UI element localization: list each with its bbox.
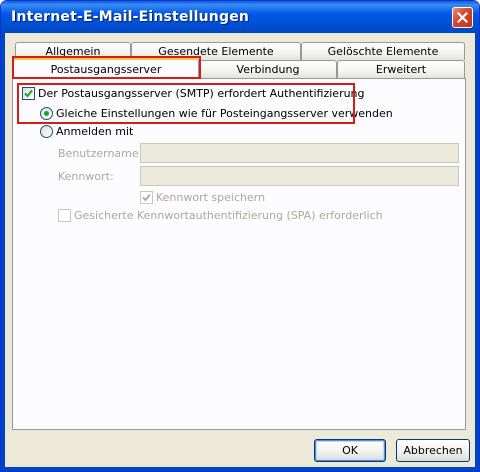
tab-label: Postausgangsserver — [50, 62, 162, 76]
smtp-auth-label: Der Postausgangsserver (SMTP) erfordert … — [38, 87, 365, 100]
tab-postausgangsserver[interactable]: Postausgangsserver — [13, 58, 199, 78]
window-title: Internet-E-Mail-Einstellungen — [11, 9, 250, 25]
radio-login-with[interactable] — [40, 125, 53, 138]
cancel-button-label: Abbrechen — [403, 444, 463, 457]
smtp-auth-checkbox[interactable] — [22, 87, 35, 100]
password-field[interactable] — [140, 166, 459, 186]
tab-label: Allgemein — [45, 45, 101, 58]
tab-label: Verbindung — [236, 63, 300, 76]
tab-label: Gesendete Elemente — [158, 45, 274, 58]
ok-button[interactable]: OK — [314, 439, 386, 462]
save-password-checkbox[interactable] — [140, 191, 153, 204]
radio-selected-dot — [44, 111, 49, 116]
tab-label: Erweitert — [375, 63, 427, 76]
username-field[interactable] — [140, 143, 459, 163]
close-icon — [457, 12, 468, 23]
close-button[interactable] — [452, 7, 473, 28]
save-password-label: Kennwort speichern — [156, 191, 266, 204]
username-label: Benutzername: — [58, 147, 143, 160]
cancel-button[interactable]: Abbrechen — [396, 439, 470, 462]
window-border-left — [1, 33, 5, 471]
title-bar[interactable]: Internet-E-Mail-Einstellungen — [1, 1, 479, 33]
dialog-window: Internet-E-Mail-Einstellungen Allgemein … — [0, 0, 480, 472]
spa-label: Gesicherte Kennwortauthentifizierung (SP… — [74, 209, 383, 222]
radio-same-settings-label: Gleiche Einstellungen wie für Posteingan… — [56, 107, 393, 120]
ok-button-label: OK — [342, 444, 358, 457]
tab-row-front: Postausgangsserver Verbindung Erweitert — [13, 58, 465, 78]
checkmark-icon — [142, 193, 151, 202]
tab-verbindung[interactable]: Verbindung — [199, 60, 337, 78]
radio-login-with-label: Anmelden mit — [56, 125, 134, 138]
checkmark-icon — [24, 89, 33, 98]
password-label: Kennwort: — [58, 170, 114, 183]
window-border-bottom — [1, 467, 479, 471]
tab-label: Gelöschte Elemente — [327, 45, 439, 58]
tab-erweitert[interactable]: Erweitert — [337, 60, 465, 78]
radio-same-settings[interactable] — [40, 107, 53, 120]
window-border-right — [475, 33, 479, 471]
spa-checkbox[interactable] — [58, 209, 71, 222]
